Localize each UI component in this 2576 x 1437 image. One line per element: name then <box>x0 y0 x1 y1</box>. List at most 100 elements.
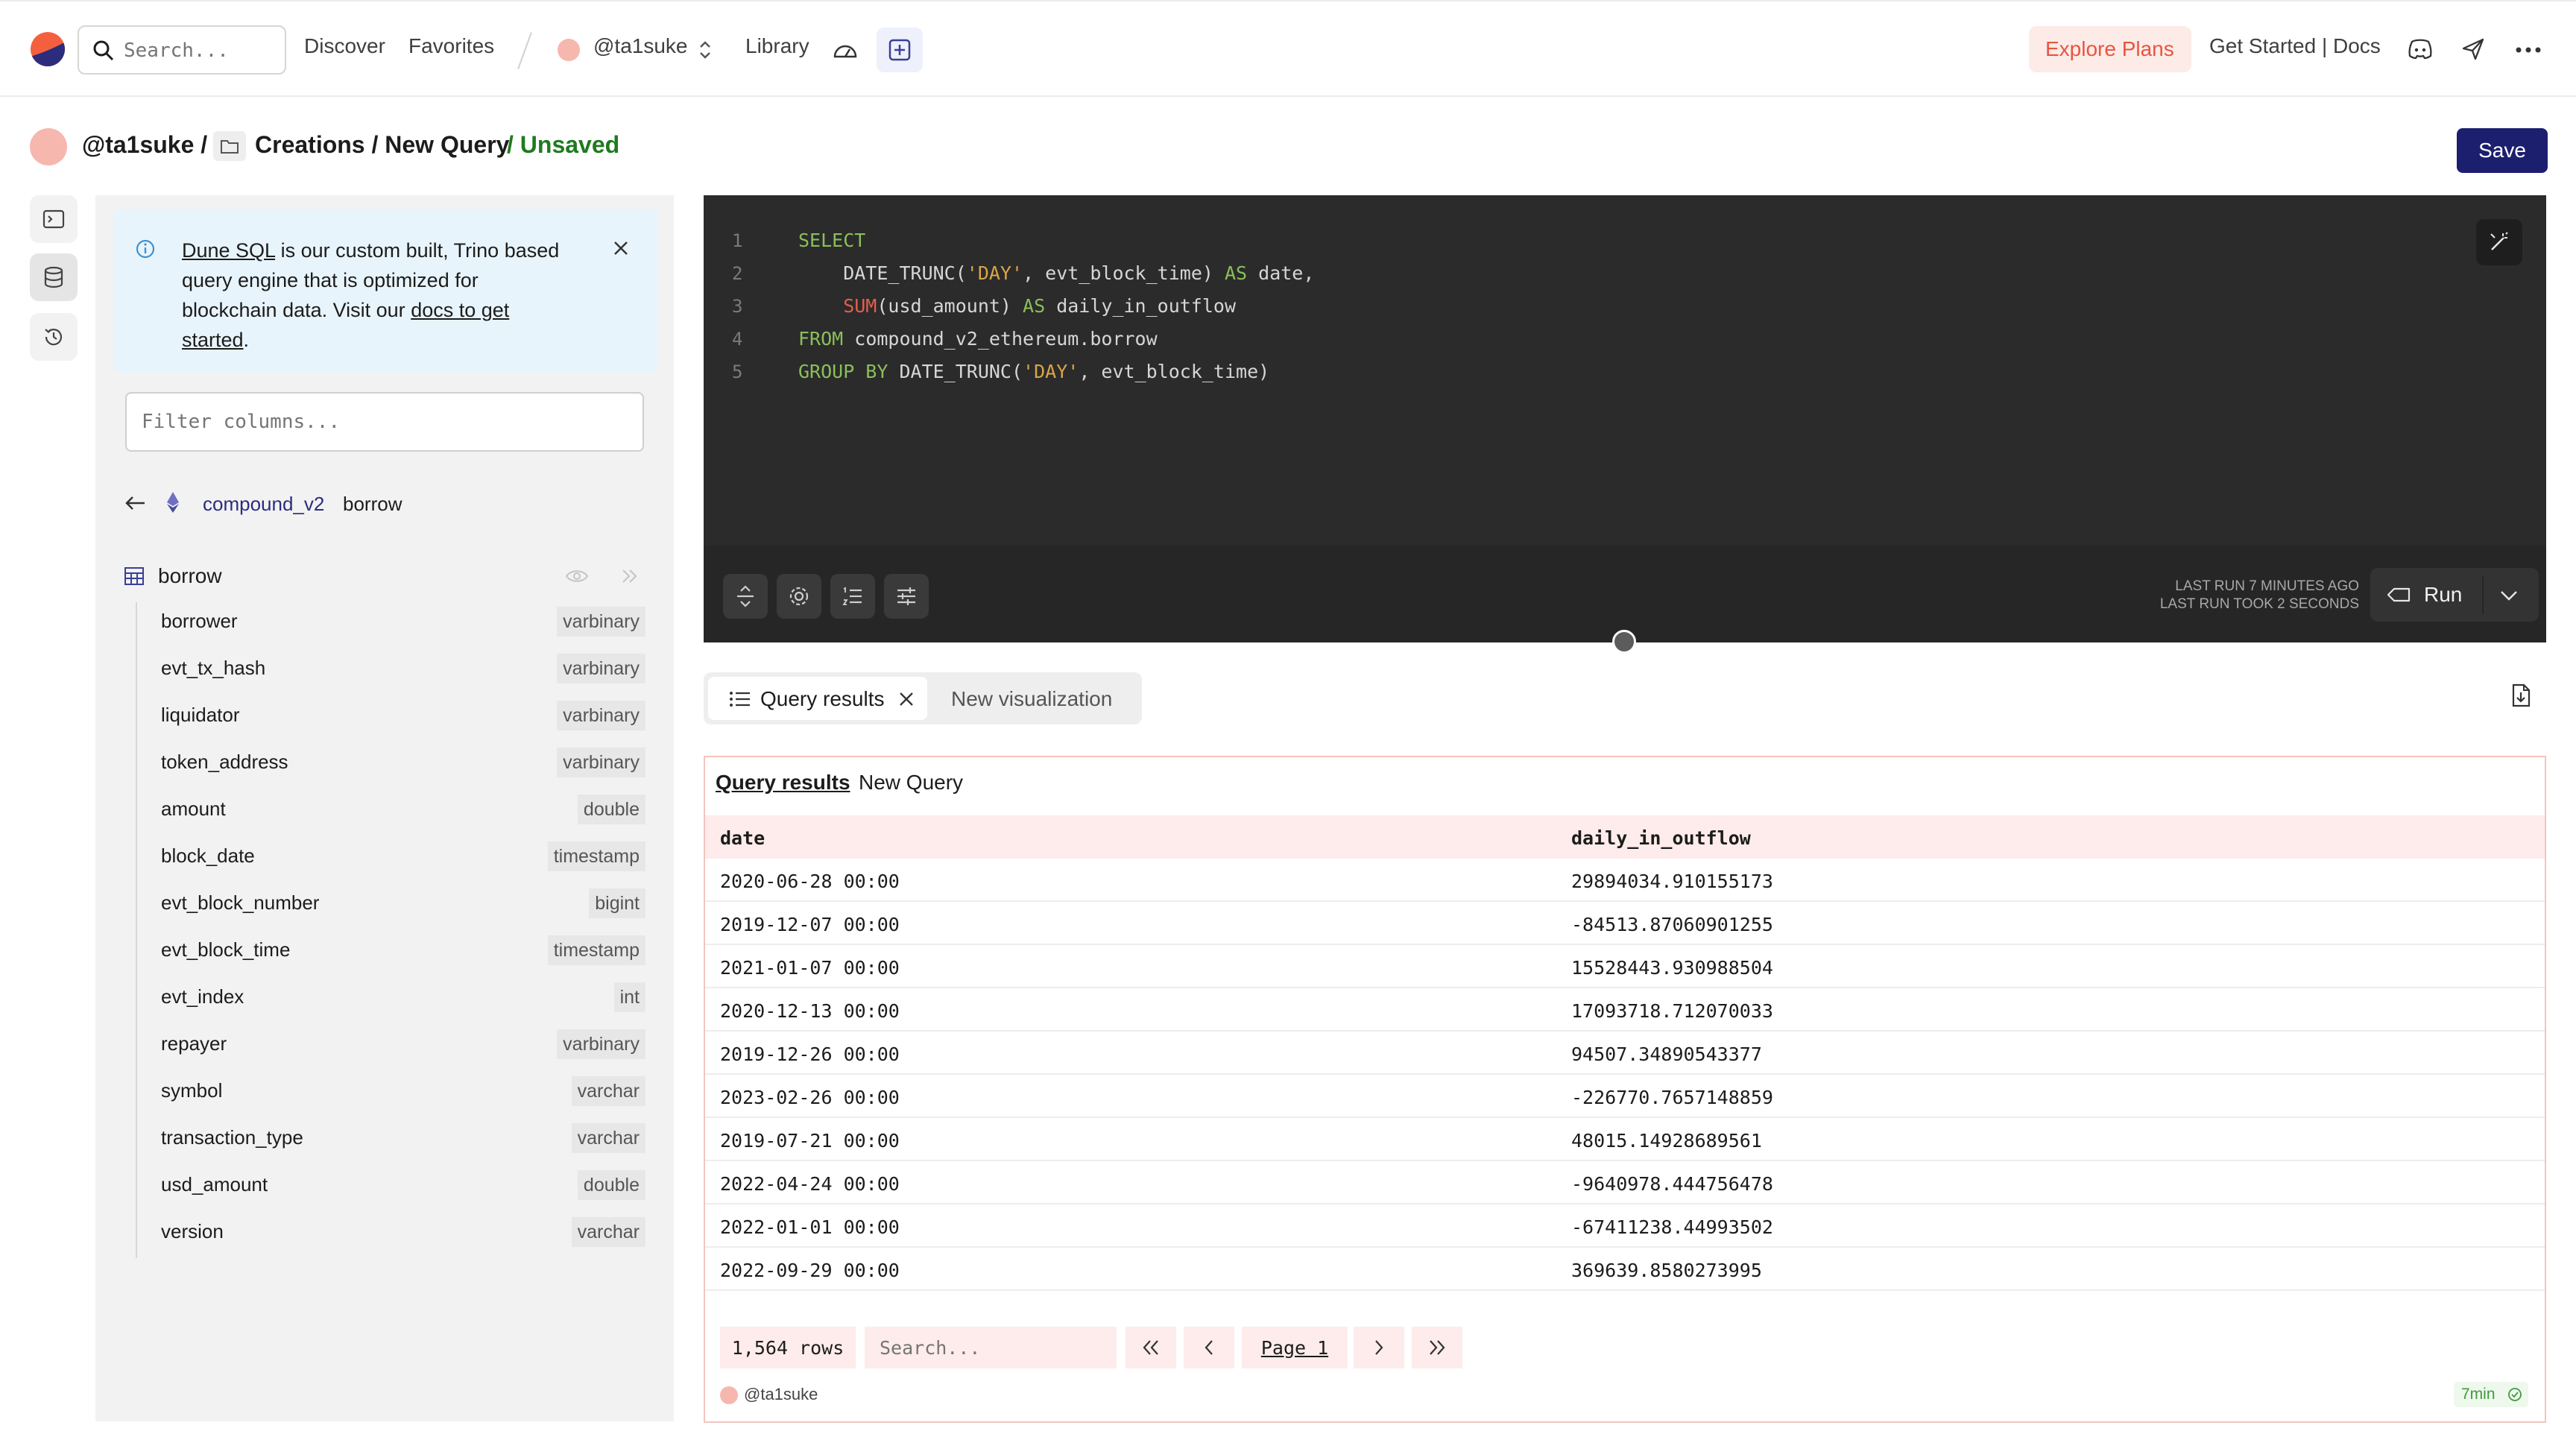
parameters-button[interactable] <box>884 574 929 619</box>
cell-date: 2020-12-13 00:00 <box>720 1000 900 1022</box>
code-line-4[interactable]: FROM compound_v2_ethereum.borrow <box>798 328 1158 350</box>
first-page-button[interactable] <box>1126 1327 1176 1368</box>
table-grid-icon <box>124 566 145 586</box>
code-line-2[interactable]: DATE_TRUNC('DAY', evt_block_time) AS dat… <box>798 262 1314 284</box>
current-page[interactable]: Page 1 <box>1242 1327 1348 1368</box>
result-age-badge: 7min <box>2454 1382 2528 1407</box>
results-search-input[interactable] <box>865 1327 1117 1368</box>
nav-favorites[interactable]: Favorites <box>408 34 494 58</box>
send-feedback-icon[interactable] <box>2461 37 2485 61</box>
author-name[interactable]: @ta1suke <box>744 1385 818 1404</box>
rail-query-editor[interactable] <box>30 195 78 243</box>
code-line-5[interactable]: GROUP BY DATE_TRUNC('DAY', evt_block_tim… <box>798 361 1269 382</box>
column-row[interactable]: liquidator varbinary <box>145 698 645 733</box>
search-input[interactable] <box>124 37 280 64</box>
column-name: symbol <box>161 1079 223 1102</box>
preview-eye-icon[interactable] <box>565 568 589 584</box>
get-started-docs-link[interactable]: Get Started | Docs <box>2209 34 2381 58</box>
nav-user-avatar[interactable] <box>558 39 580 61</box>
settings-button[interactable] <box>777 574 821 619</box>
folder-button[interactable] <box>213 131 246 161</box>
path-user[interactable]: @ta1suke / <box>82 131 207 159</box>
table-row: 2023-02-26 00:00 -226770.7657148859 <box>705 1075 2545 1118</box>
column-row[interactable]: symbol varchar <box>145 1073 645 1109</box>
list-button[interactable] <box>830 574 875 619</box>
table-row: 2019-07-21 00:00 48015.14928689561 <box>705 1118 2545 1161</box>
column-row[interactable]: evt_block_time timestamp <box>145 932 645 968</box>
column-row[interactable]: repayer varbinary <box>145 1026 645 1062</box>
column-name: token_address <box>161 751 288 773</box>
tab-query-results[interactable]: Query results <box>708 677 927 720</box>
close-tab-icon[interactable] <box>897 690 915 708</box>
column-row[interactable]: block_date timestamp <box>145 838 645 874</box>
path-folder[interactable]: Creations / New Query <box>255 131 509 159</box>
cell-date: 2023-02-26 00:00 <box>720 1087 900 1108</box>
next-page-button[interactable] <box>1354 1327 1404 1368</box>
table-row: 2022-01-01 00:00 -67411238.44993502 <box>705 1204 2545 1248</box>
namespace-link[interactable]: compound_v2 <box>203 493 324 516</box>
rail-history[interactable] <box>30 313 78 361</box>
column-row[interactable]: usd_amount double <box>145 1167 645 1203</box>
path-status: / Unsaved <box>507 131 620 158</box>
explore-plans-button[interactable]: Explore Plans <box>2029 26 2191 72</box>
filter-columns-input[interactable] <box>125 392 644 452</box>
cell-daily-in-outflow: -9640978.444756478 <box>1571 1173 1773 1195</box>
cell-daily-in-outflow: 369639.8580273995 <box>1571 1260 1762 1281</box>
nav-library[interactable]: Library <box>745 34 809 58</box>
column-row[interactable]: evt_block_number bigint <box>145 885 645 921</box>
dune-logo[interactable] <box>30 31 66 67</box>
run-options-chevron-icon[interactable] <box>2498 589 2519 602</box>
last-page-button[interactable] <box>1412 1327 1462 1368</box>
tab-new-visualization[interactable]: New visualization <box>951 687 1112 711</box>
column-header-daily-in-outflow[interactable]: daily_in_outflow <box>1571 827 1751 849</box>
format-button[interactable] <box>723 574 768 619</box>
docs-link[interactable]: docs to get <box>411 299 509 321</box>
run-button[interactable]: Run <box>2370 568 2539 622</box>
terminal-icon <box>42 209 65 229</box>
banner-period: . <box>243 329 250 351</box>
search-box[interactable] <box>78 25 286 75</box>
chevron-updown-icon[interactable] <box>698 39 713 61</box>
save-button[interactable]: Save <box>2457 128 2548 173</box>
column-row[interactable]: token_address varbinary <box>145 745 645 780</box>
column-name: repayer <box>161 1032 227 1055</box>
rail-data-explorer[interactable] <box>30 253 78 301</box>
cell-date: 2021-01-07 00:00 <box>720 957 900 979</box>
column-row[interactable]: amount double <box>145 792 645 827</box>
dashboard-gauge-icon[interactable] <box>833 39 858 61</box>
check-circle-icon <box>2507 1387 2522 1402</box>
column-name: amount <box>161 798 226 820</box>
more-options-icon[interactable] <box>2515 46 2542 54</box>
column-header-date[interactable]: date <box>720 827 765 849</box>
column-row[interactable]: evt_index int <box>145 979 645 1015</box>
editor-resize-handle[interactable] <box>1612 630 1636 654</box>
gear-icon <box>789 587 809 606</box>
column-row[interactable]: borrower varbinary <box>145 604 645 639</box>
column-row[interactable]: evt_tx_hash varbinary <box>145 651 645 686</box>
nav-user-switcher[interactable]: @ta1suke <box>593 34 688 58</box>
download-csv-icon[interactable] <box>2509 683 2533 708</box>
column-row[interactable]: transaction_type varchar <box>145 1120 645 1156</box>
dune-sql-link[interactable]: Dune SQL <box>182 239 275 262</box>
insert-table-chevrons-icon[interactable] <box>620 568 640 584</box>
previous-page-button[interactable] <box>1184 1327 1234 1368</box>
table-name[interactable]: borrow <box>158 564 222 588</box>
results-title[interactable]: Query results <box>716 771 850 795</box>
column-tree-line <box>136 602 137 1258</box>
nav-discover[interactable]: Discover <box>304 34 385 58</box>
line-number: 4 <box>732 329 743 350</box>
discord-icon[interactable] <box>2408 37 2433 61</box>
code-line-3[interactable]: SUM(usd_amount) AS daily_in_outflow <box>798 295 1236 317</box>
new-query-button[interactable] <box>877 28 923 72</box>
column-row[interactable]: version varchar <box>145 1214 645 1250</box>
close-banner-icon[interactable] <box>611 239 631 258</box>
code-line-1[interactable]: SELECT <box>798 230 865 251</box>
ethereum-icon <box>165 490 180 514</box>
ai-magic-button[interactable] <box>2476 219 2522 265</box>
table-row: 2019-12-26 00:00 94507.34890543377 <box>705 1032 2545 1075</box>
started-link[interactable]: started <box>182 329 244 351</box>
chevron-left-icon <box>1205 1340 1213 1355</box>
cell-date: 2022-09-29 00:00 <box>720 1260 900 1281</box>
back-arrow-icon[interactable] <box>124 493 148 513</box>
table-row: 2022-09-29 00:00 369639.8580273995 <box>705 1248 2545 1291</box>
